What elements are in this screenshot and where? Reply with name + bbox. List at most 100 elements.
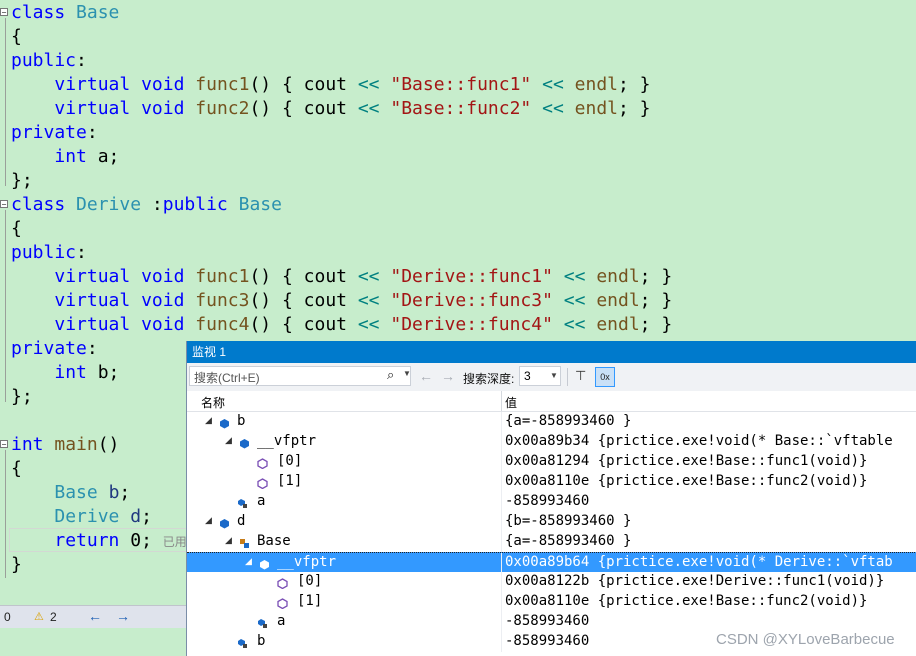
code-line[interactable]: class Derive :public Base: [11, 193, 282, 217]
code-token: () {: [249, 74, 304, 95]
code-token: <<: [357, 314, 380, 335]
watch-row[interactable]: ◢ __vfptr 0x00a89b64 {prictice.exe!void(* …: [187, 552, 916, 573]
watch-window[interactable]: 监视 1 搜索(Ctrl+E) ⌕ ▼ ← → 搜索深度: 3 ▼ ⊤ 0x 名…: [186, 341, 916, 656]
code-line[interactable]: int a;: [11, 145, 119, 169]
watch-row-value[interactable]: 0x00a8110e {prictice.exe!Base::func2(voi…: [505, 593, 867, 609]
watch-row[interactable]: [1] 0x00a8110e {prictice.exe!Base::func2(…: [187, 592, 916, 612]
code-token: "Derive::func3": [390, 290, 553, 311]
nav-forward-icon[interactable]: →: [116, 608, 130, 624]
watch-row[interactable]: ◢ __vfptr 0x00a89b34 {prictice.exe!void(* …: [187, 432, 916, 452]
watch-row[interactable]: [0] 0x00a8122b {prictice.exe!Derive::func…: [187, 572, 916, 592]
watch-row[interactable]: ◢ d {b=-858993460 }: [187, 512, 916, 532]
watch-row-name[interactable]: [0]: [297, 573, 322, 589]
code-line[interactable]: {: [11, 457, 22, 481]
watch-row-value[interactable]: 0x00a8122b {prictice.exe!Derive::func1(v…: [505, 573, 884, 589]
code-line[interactable]: };: [11, 169, 33, 193]
chevron-down-icon[interactable]: ▼: [550, 371, 558, 380]
search-back-icon[interactable]: ←: [419, 368, 433, 384]
fold-toggle-icon[interactable]: −: [0, 200, 8, 209]
code-token: cout: [303, 266, 347, 287]
search-input[interactable]: 搜索(Ctrl+E) ⌕ ▼: [189, 366, 411, 386]
nav-back-icon[interactable]: ←: [88, 608, 102, 624]
fold-toggle-icon[interactable]: −: [0, 8, 8, 17]
column-name-header[interactable]: 名称: [201, 394, 225, 411]
watch-row-value[interactable]: -858993460: [505, 493, 589, 509]
expand-arrow-icon[interactable]: ◢: [225, 535, 232, 546]
column-value-header[interactable]: 值: [505, 394, 517, 411]
code-token: func3: [195, 290, 250, 311]
code-line[interactable]: class Base: [11, 1, 119, 25]
watch-row-name[interactable]: d: [237, 513, 245, 529]
code-line[interactable]: private:: [11, 121, 98, 145]
watch-row[interactable]: a -858993460: [187, 612, 916, 632]
watch-row-value[interactable]: 0x00a89b64 {prictice.exe!void(* Derive::…: [505, 554, 893, 570]
code-line[interactable]: {: [11, 217, 22, 241]
code-token: func2: [195, 98, 250, 119]
code-line[interactable]: Base b;: [11, 481, 130, 505]
hex-display-icon[interactable]: 0x: [595, 367, 615, 387]
filter-pin-icon[interactable]: ⊤: [575, 368, 586, 384]
watch-row-name[interactable]: b: [257, 633, 265, 649]
code-token: main: [54, 434, 98, 455]
fold-guide: [5, 18, 6, 186]
code-line[interactable]: int main(): [11, 433, 119, 457]
code-token: ; }: [639, 290, 673, 311]
code-token: () {: [249, 290, 304, 311]
watch-row-value[interactable]: {a=-858993460 }: [505, 533, 631, 549]
watch-row-name[interactable]: a: [257, 493, 265, 509]
code-line[interactable]: int b;: [11, 361, 119, 385]
watch-row[interactable]: [0] 0x00a81294 {prictice.exe!Base::func1(…: [187, 452, 916, 472]
code-line[interactable]: {: [11, 25, 22, 49]
expand-arrow-icon[interactable]: ◢: [205, 415, 212, 426]
search-icon[interactable]: ⌕: [387, 367, 394, 383]
watch-row[interactable]: ◢ b {a=-858993460 }: [187, 412, 916, 432]
code-line[interactable]: public:: [11, 49, 87, 73]
watch-row-name[interactable]: [1]: [297, 593, 322, 609]
expand-arrow-icon[interactable]: ◢: [245, 556, 252, 567]
code-line[interactable]: return 0; 已用: [11, 529, 186, 553]
fold-toggle-icon[interactable]: −: [0, 440, 8, 449]
watch-row-name[interactable]: b: [237, 413, 245, 429]
watch-row-value[interactable]: {a=-858993460 }: [505, 413, 631, 429]
expand-arrow-icon[interactable]: ◢: [205, 515, 212, 526]
watch-row-name[interactable]: [0]: [277, 453, 302, 469]
code-line[interactable]: virtual void func1() { cout << "Base::fu…: [11, 73, 650, 97]
code-line[interactable]: private:: [11, 337, 98, 361]
code-token: ;: [141, 506, 152, 527]
search-forward-icon[interactable]: →: [441, 368, 455, 384]
watch-row[interactable]: [1] 0x00a8110e {prictice.exe!Base::func2(…: [187, 472, 916, 492]
code-line[interactable]: virtual void func2() { cout << "Base::fu…: [11, 97, 650, 121]
watch-row[interactable]: a -858993460: [187, 492, 916, 512]
watch-row-name[interactable]: Base: [257, 533, 291, 549]
watch-row-name[interactable]: [1]: [277, 473, 302, 489]
watch-row-value[interactable]: 0x00a81294 {prictice.exe!Base::func1(voi…: [505, 453, 867, 469]
watch-row-name[interactable]: __vfptr: [277, 554, 336, 570]
watch-row-value[interactable]: -858993460: [505, 613, 589, 629]
chevron-down-icon[interactable]: ▼: [403, 369, 411, 378]
code-line[interactable]: virtual void func3() { cout << "Derive::…: [11, 289, 672, 313]
watch-row-value[interactable]: 0x00a8110e {prictice.exe!Base::func2(voi…: [505, 473, 867, 489]
code-line[interactable]: };: [11, 385, 33, 409]
watch-row-name[interactable]: __vfptr: [257, 433, 316, 449]
expand-arrow-icon[interactable]: ◢: [225, 435, 232, 446]
code-line[interactable]: public:: [11, 241, 87, 265]
watch-row-value[interactable]: -858993460: [505, 633, 589, 649]
watch-row-value[interactable]: {b=-858993460 }: [505, 513, 631, 529]
watch-title[interactable]: 监视 1: [187, 341, 916, 363]
watch-row-value[interactable]: 0x00a89b34 {prictice.exe!void(* Base::`v…: [505, 433, 893, 449]
code-line[interactable]: Derive d;: [11, 505, 152, 529]
code-line[interactable]: }: [11, 553, 22, 577]
status-bar: 0 ⚠ 2 ← →: [0, 605, 186, 628]
code-line[interactable]: virtual void func1() { cout << "Derive::…: [11, 265, 672, 289]
watch-row-name[interactable]: a: [277, 613, 285, 629]
search-depth-label: 搜索深度:: [463, 372, 515, 386]
watch-row[interactable]: ◢ Base {a=-858993460 }: [187, 532, 916, 552]
code-line[interactable]: virtual void func4() { cout << "Derive::…: [11, 313, 672, 337]
code-token: {: [11, 26, 22, 47]
column-divider[interactable]: [501, 391, 502, 411]
search-depth-select[interactable]: 3 ▼: [519, 366, 561, 386]
